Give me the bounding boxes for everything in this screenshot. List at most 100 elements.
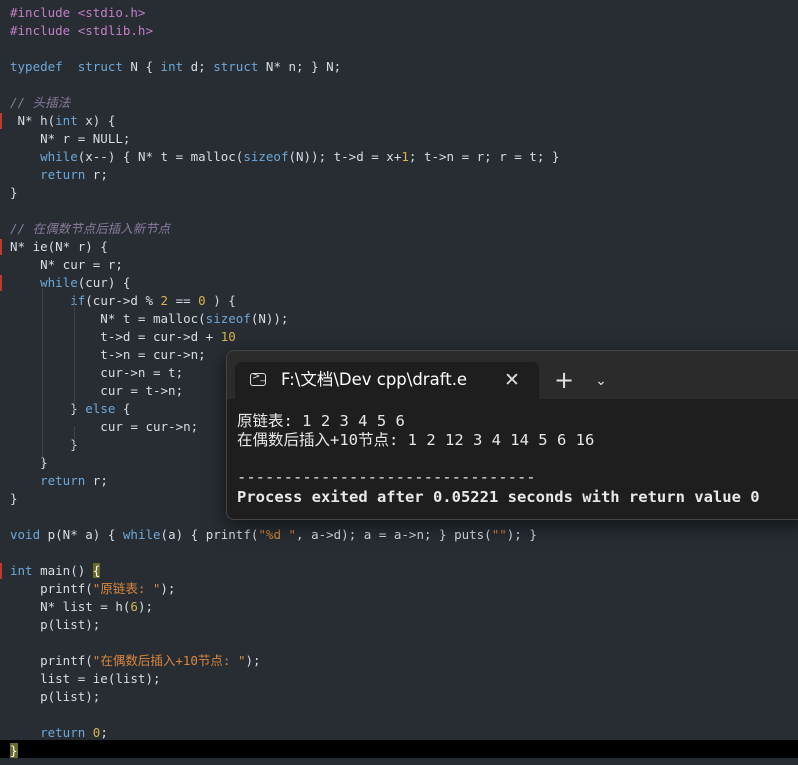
- code-text: }: [10, 184, 18, 202]
- code-token: typedef: [10, 59, 63, 74]
- console-window[interactable]: >_ F:\文档\Dev cpp\draft.e ✕ + ⌄ 原链表: 1 2 …: [226, 350, 798, 520]
- code-line[interactable]: p(list);: [0, 616, 798, 634]
- output-separator: --------------------------------: [237, 468, 536, 486]
- code-token: r;: [85, 473, 108, 488]
- code-token: cur = t->n;: [10, 383, 184, 398]
- code-token: // 在偶数节点后插入新节点: [10, 221, 171, 236]
- code-line[interactable]: p(list);: [0, 688, 798, 706]
- code-text: printf("原链表: ");: [10, 580, 175, 598]
- code-text: } else {: [10, 400, 130, 418]
- code-line[interactable]: [0, 544, 798, 562]
- console-tab[interactable]: >_ F:\文档\Dev cpp\draft.e ✕: [235, 362, 539, 399]
- new-tab-button[interactable]: +: [551, 367, 577, 393]
- code-line[interactable]: [0, 634, 798, 652]
- code-token: }: [10, 185, 18, 200]
- code-text: N* cur = r;: [10, 256, 123, 274]
- close-icon[interactable]: ✕: [500, 368, 524, 392]
- code-line[interactable]: // 头插法: [0, 94, 798, 112]
- code-line[interactable]: t->d = cur->d + 10: [0, 328, 798, 346]
- code-text: N* list = h(6);: [10, 598, 153, 616]
- code-line[interactable]: N* t = malloc(sizeof(N));: [0, 310, 798, 328]
- code-text: // 在偶数节点后插入新节点: [10, 220, 170, 238]
- code-token: x) {: [77, 113, 116, 128]
- code-token: }: [10, 437, 78, 452]
- code-line[interactable]: [0, 202, 798, 220]
- breakpoint-marker: [0, 113, 2, 129]
- code-token: 1: [401, 149, 409, 164]
- code-text: return r;: [10, 166, 108, 184]
- code-line[interactable]: N* r = NULL;: [0, 130, 798, 148]
- code-line[interactable]: typedef struct N { int d; struct N* n; }…: [0, 58, 798, 76]
- code-token: p(list);: [10, 689, 101, 704]
- code-text: N* ie(N* r) {: [10, 238, 108, 256]
- code-text: cur->n = t;: [10, 364, 183, 382]
- process-exit-line: Process exited after 0.05221 seconds wit…: [237, 488, 760, 506]
- code-line[interactable]: [0, 40, 798, 58]
- code-text: #include <stdlib.h>: [10, 22, 153, 40]
- code-text: cur = cur->n;: [10, 418, 198, 436]
- code-text: }: [10, 742, 18, 760]
- indent-guide: [74, 301, 75, 411]
- code-token: }: [10, 743, 18, 758]
- code-token: cur = cur->n;: [10, 419, 199, 434]
- code-token: (cur) {: [77, 275, 131, 290]
- code-token: void: [10, 527, 41, 542]
- code-token: "原链表: ": [92, 581, 161, 596]
- code-line[interactable]: }: [0, 184, 798, 202]
- code-token: (N));: [250, 311, 289, 326]
- code-line[interactable]: printf("原链表: ");: [0, 580, 798, 598]
- code-line[interactable]: printf("在偶数后插入+10节点: ");: [0, 652, 798, 670]
- code-text: N* r = NULL;: [10, 130, 130, 148]
- code-line[interactable]: list = ie(list);: [0, 670, 798, 688]
- code-token: 2: [160, 293, 169, 308]
- chevron-down-icon[interactable]: ⌄: [589, 369, 613, 393]
- breakpoint-marker: [0, 275, 2, 291]
- code-token: while: [122, 527, 161, 542]
- code-line[interactable]: #include <stdlib.h>: [0, 22, 798, 40]
- code-token: list = ie(list);: [10, 671, 161, 686]
- code-text: t->n = cur->n;: [10, 346, 205, 364]
- code-line[interactable]: if(cur->d % 2 == 0 ) {: [0, 292, 798, 310]
- code-text: }: [10, 436, 78, 454]
- code-token: #include <stdio.h>: [10, 5, 146, 20]
- code-line[interactable]: N* h(int x) {: [0, 112, 798, 130]
- code-line[interactable]: N* cur = r;: [0, 256, 798, 274]
- code-line[interactable]: N* ie(N* r) {: [0, 238, 798, 256]
- code-token: int: [10, 563, 33, 578]
- code-token: // 头插法: [10, 95, 71, 110]
- code-line[interactable]: [0, 76, 798, 94]
- breakpoint-marker: [0, 239, 2, 255]
- code-token: (N)); t->d = x+: [288, 149, 402, 164]
- code-token: );: [245, 653, 261, 668]
- code-token: "": [491, 527, 507, 542]
- code-line[interactable]: }: [0, 742, 798, 760]
- code-line[interactable]: return r;: [0, 166, 798, 184]
- code-token: 6: [130, 599, 138, 614]
- code-line[interactable]: return 0;: [0, 724, 798, 742]
- code-text: typedef struct N { int d; struct N* n; }…: [10, 58, 341, 76]
- code-text: N* h(int x) {: [10, 112, 116, 130]
- code-line[interactable]: while(cur) {: [0, 274, 798, 292]
- code-token: N* t = malloc(: [10, 311, 206, 326]
- code-line[interactable]: // 在偶数节点后插入新节点: [0, 220, 798, 238]
- code-line[interactable]: int main() {: [0, 562, 798, 580]
- code-token: N* ie(N* r) {: [10, 239, 108, 254]
- code-token: while: [10, 275, 78, 290]
- code-text: while(x--) { N* t = malloc(sizeof(N)); t…: [10, 148, 559, 166]
- code-text: #include <stdio.h>: [10, 4, 145, 22]
- code-token: return: [10, 473, 86, 488]
- code-token: , a->d); a = a->n; } puts(: [296, 527, 492, 542]
- code-token: N {: [122, 59, 161, 74]
- code-text: while(cur) {: [10, 274, 130, 292]
- code-line[interactable]: while(x--) { N* t = malloc(sizeof(N)); t…: [0, 148, 798, 166]
- code-line[interactable]: N* list = h(6);: [0, 598, 798, 616]
- code-token: }: [10, 491, 18, 506]
- code-text: p(list);: [10, 688, 100, 706]
- code-line[interactable]: void p(N* a) { while(a) { printf("%d ", …: [0, 526, 798, 544]
- code-line[interactable]: [0, 706, 798, 724]
- code-token: N* list = h(: [10, 599, 131, 614]
- code-token: #include <stdlib.h>: [10, 23, 153, 38]
- code-line[interactable]: #include <stdio.h>: [0, 4, 798, 22]
